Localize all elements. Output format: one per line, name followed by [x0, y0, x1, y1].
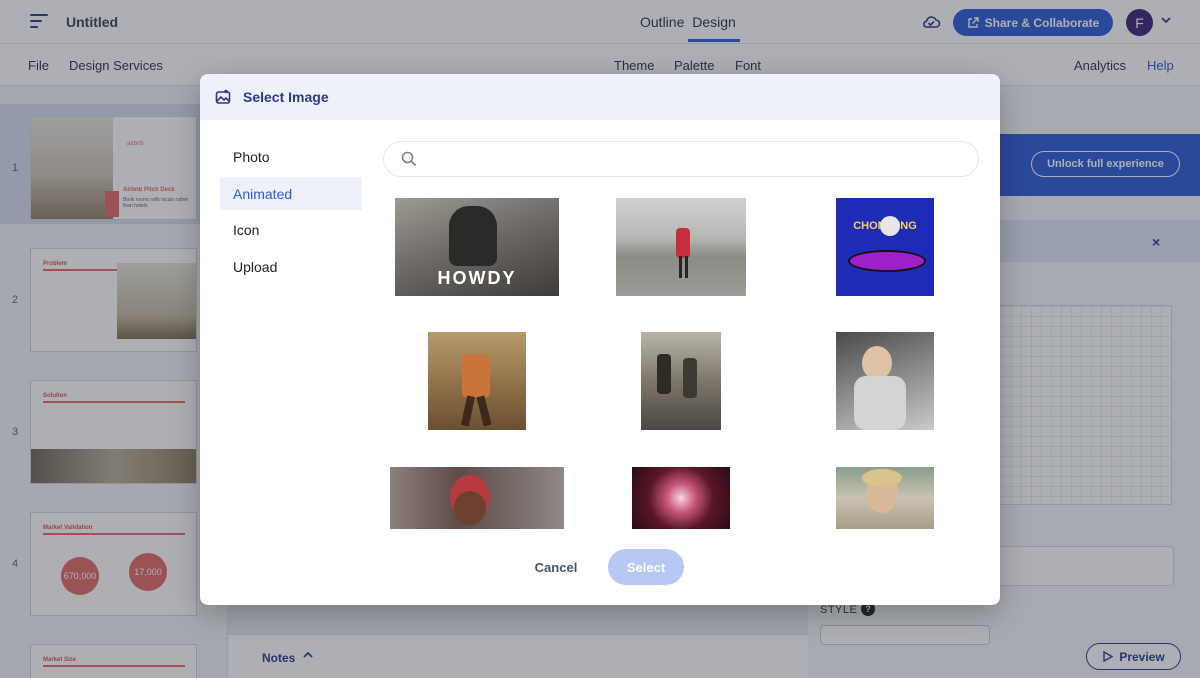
gif-thumbnail[interactable] [836, 332, 934, 430]
gif-thumbnail[interactable] [632, 467, 730, 529]
search-icon [401, 151, 417, 167]
image-search[interactable] [383, 141, 979, 177]
gif-thumbnail[interactable]: HOWDY [395, 198, 559, 296]
gif-caption: HOWDY [437, 268, 517, 288]
modal-header: Select Image [200, 74, 1000, 120]
gif-thumbnail[interactable] [641, 332, 721, 430]
modal-title: Select Image [243, 89, 329, 105]
gif-thumbnail[interactable] [390, 467, 564, 529]
category-icon[interactable]: Icon [220, 213, 362, 246]
gif-thumbnail[interactable] [616, 198, 746, 296]
category-photo[interactable]: Photo [220, 140, 362, 173]
category-upload[interactable]: Upload [220, 250, 362, 283]
gif-thumbnail[interactable] [836, 467, 934, 529]
category-animated[interactable]: Animated [220, 177, 362, 210]
select-image-modal: Select Image Photo Animated Icon Upload … [200, 74, 1000, 605]
select-button[interactable]: Select [608, 549, 684, 585]
search-input[interactable] [428, 146, 958, 172]
cancel-button[interactable]: Cancel [520, 550, 592, 584]
gif-thumbnail[interactable]: CHONG ING [836, 198, 934, 296]
image-icon [215, 89, 231, 104]
gif-thumbnail[interactable] [428, 332, 526, 430]
